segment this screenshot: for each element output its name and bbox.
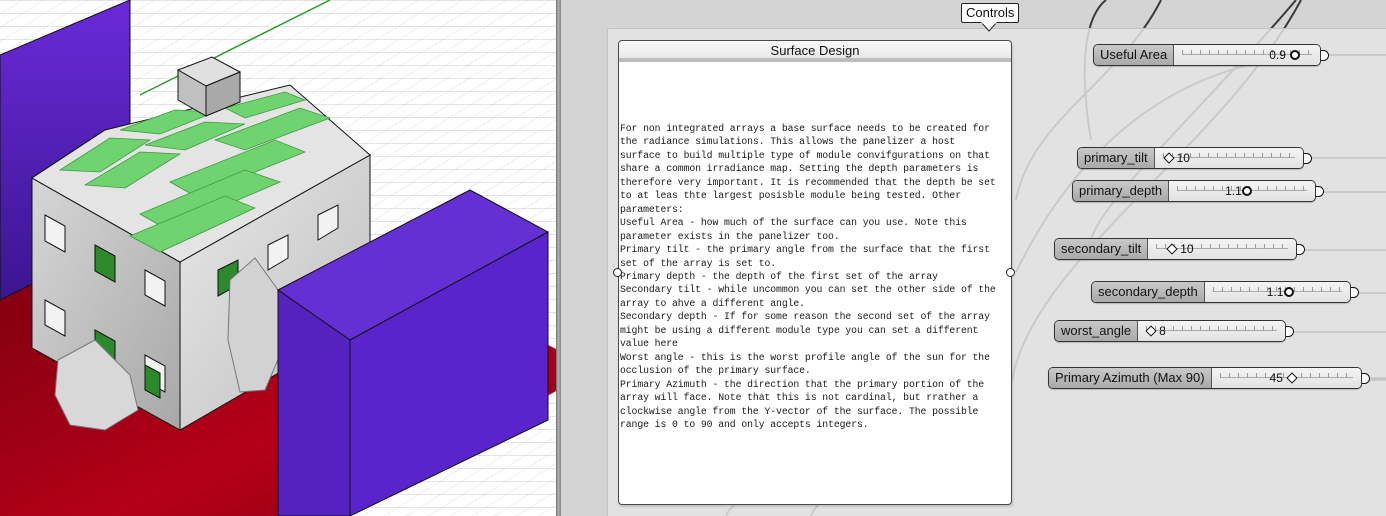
panel-title: Surface Design	[619, 41, 1011, 62]
panel-text-line: the radiance simulations. This allows th…	[620, 136, 956, 148]
panel-text-line: might be using a different module type y…	[620, 324, 979, 336]
slider-secondary-tilt[interactable]: secondary_tilt 10	[1054, 238, 1305, 260]
panel-text-line: parameters:	[620, 203, 684, 215]
panel-text-line: array will face. Note that this is not c…	[620, 392, 979, 404]
slider-label: primary_depth	[1073, 181, 1170, 201]
slider-label: secondary_depth	[1092, 282, 1205, 302]
panel-input-grip[interactable]	[613, 268, 622, 277]
panel-output-grip[interactable]	[1006, 268, 1015, 277]
panel-text-line: therefore very important. It is recommen…	[620, 176, 996, 188]
panel-text-line: Primary tilt - the primary angle from th…	[620, 244, 990, 256]
slider-track[interactable]: 10	[1148, 239, 1296, 259]
slider-label: secondary_tilt	[1055, 239, 1149, 259]
app-window: Controls Surface Design For non integrat…	[0, 0, 1386, 516]
slider-track[interactable]: 1.1	[1169, 181, 1315, 201]
panel-text-line: parameter exists in the panelizer too.	[620, 230, 840, 242]
slider-primary-tilt[interactable]: primary_tilt 10	[1077, 147, 1312, 169]
slider-value: 8	[1159, 324, 1166, 338]
slider-label: Primary Azimuth (Max 90)	[1049, 368, 1212, 388]
slider-secondary-depth[interactable]: secondary_depth 1.1	[1091, 281, 1359, 303]
panel-text-line: array to ahve a different angle.	[620, 297, 805, 309]
group-label[interactable]: Controls	[961, 3, 1020, 23]
panel-text[interactable]: For non integrated arrays a base surface…	[620, 122, 1008, 431]
slider-track[interactable]: 8	[1138, 321, 1285, 341]
surface-design-panel[interactable]: Surface Design For non integrated arrays…	[613, 40, 1015, 505]
panel-text-line: Primary Azimuth - the direction that the…	[620, 378, 985, 390]
panel-text-line: clockwise angle from the Y-vector of the…	[620, 405, 979, 417]
panel-text-line: Primary depth - the depth of the first s…	[620, 270, 938, 282]
node-canvas[interactable]: Controls Surface Design For non integrat…	[561, 0, 1386, 516]
panel-text-line: range is 0 to 90 and only accepts intege…	[620, 418, 869, 430]
slider-value: 10	[1176, 151, 1190, 165]
panel-text-line: set of the array is set to.	[620, 257, 777, 269]
panel-text-line: Secondary depth - If for some reason the…	[620, 311, 990, 323]
panel-text-line: surface to build multiple type of module…	[620, 149, 990, 161]
slider-worst-angle[interactable]: worst_angle 8	[1054, 320, 1294, 342]
viewport-scene	[0, 0, 558, 516]
slider-value: 45	[1269, 371, 1283, 385]
panel-text-line: Secondary tilt - while uncommon you can …	[620, 284, 996, 296]
slider-value: 0.9	[1269, 48, 1286, 62]
slider-knob[interactable]	[1283, 287, 1294, 297]
panel-text-line: share a common irradiance map. Setting t…	[620, 163, 979, 175]
slider-track[interactable]: 45	[1211, 368, 1361, 388]
3d-viewport[interactable]	[0, 0, 558, 516]
slider-label: worst_angle	[1055, 321, 1139, 341]
panel-text-line: occlusion of the primary surface.	[620, 365, 811, 377]
group-label-pointer	[981, 22, 997, 32]
slider-track[interactable]: 10	[1154, 148, 1303, 168]
slider-value: 1.1	[1266, 285, 1284, 299]
panel-text-line: Useful Area - how much of the surface ca…	[620, 217, 967, 229]
slider-value: 10	[1180, 242, 1194, 256]
slider-primary-azimuth[interactable]: Primary Azimuth (Max 90) 45	[1048, 367, 1370, 389]
slider-track[interactable]: 1.1	[1204, 282, 1350, 302]
panel-text-line: value here	[620, 338, 678, 350]
slider-track[interactable]: 0.9	[1174, 45, 1320, 65]
panel-text-line: For non integrated arrays a base surface…	[620, 123, 990, 134]
panel-text-line: to at leas thte largest posisble module …	[620, 190, 961, 202]
slider-label: Useful Area	[1094, 45, 1175, 65]
slider-useful-area[interactable]: Useful Area 0.9	[1093, 44, 1329, 66]
slider-primary-depth[interactable]: primary_depth 1.1	[1072, 180, 1324, 202]
slider-label: primary_tilt	[1078, 148, 1155, 168]
panel-text-line: Worst angle - this is the worst profile …	[620, 351, 990, 363]
slider-value: 1.1	[1225, 184, 1242, 198]
